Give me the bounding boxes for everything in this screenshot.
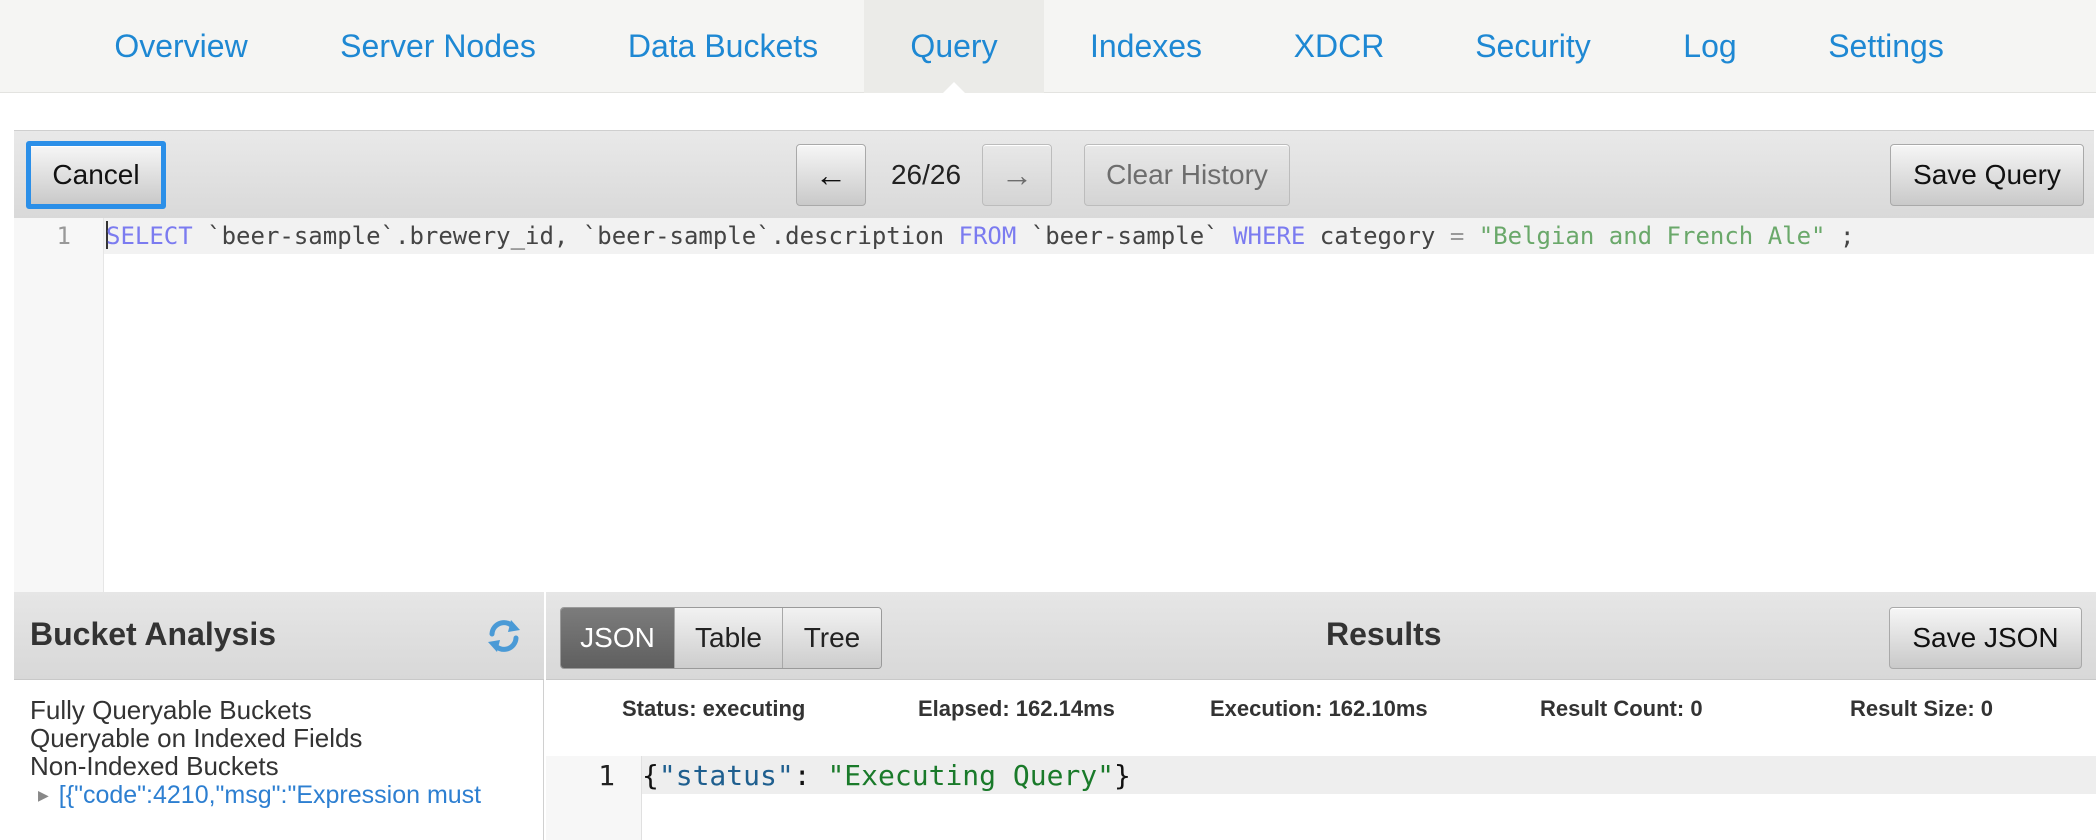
clear-history-button[interactable]: Clear History [1084,144,1290,206]
results-output[interactable]: 1 {"status": "Executing Query"} [546,756,2096,840]
json-open-brace: { [642,759,659,792]
history-position: 26/26 [890,159,962,190]
nav-tab-query[interactable]: Query [864,0,1044,94]
output-gutter: 1 [546,756,642,840]
operator-equals: = [1449,222,1465,250]
stat-status: Status: executing [622,696,806,721]
output-line-number: 1 [598,759,615,792]
bucket-analysis-header: Bucket Analysis [14,592,544,680]
nav-tab-data-buckets[interactable]: Data Buckets [612,0,834,93]
bucket-analysis-list: Fully Queryable Buckets Queryable on Ind… [30,696,481,809]
list-item-fully-queryable[interactable]: Fully Queryable Buckets [30,696,481,724]
nav-tab-log[interactable]: Log [1668,0,1752,93]
stat-result-count: Result Count: 0 [1540,696,1703,721]
nav-tab-xdcr[interactable]: XDCR [1282,0,1396,93]
query-terminator: ; [1825,222,1855,250]
keyword-where: WHERE [1233,222,1306,250]
editor-gutter: 1 [14,218,104,592]
stat-result-size: Result Size: 0 [1850,696,1994,721]
nav-tab-overview[interactable]: Overview [90,0,272,93]
query-space [1464,222,1478,250]
json-colon: : [793,759,828,792]
history-forward-button[interactable]: → [982,144,1052,206]
keyword-from: FROM [958,222,1017,250]
save-json-button[interactable]: Save JSON [1889,607,2082,669]
query-bucket: `beer-sample` [1016,222,1234,250]
bucket-error-text: [{"code":4210,"msg":"Expression must [58,781,482,809]
stat-elapsed: Elapsed: 162.14ms [918,696,1115,721]
result-view-switch: JSON Table Tree [560,607,882,669]
top-navigation: Overview Server Nodes Data Buckets Query… [0,0,2096,94]
json-value: "Executing Query" [827,759,1115,792]
tab-table[interactable]: Table [675,608,783,668]
results-title: Results [1326,616,1442,652]
query-toolbar: Cancel ← 26/26 → Clear History Save Quer… [14,130,2094,218]
results-panel: JSON Table Tree Results Save JSON Status… [546,592,2096,840]
nav-tab-indexes[interactable]: Indexes [1078,0,1214,93]
query-text[interactable]: SELECT `beer-sample`.brewery_id, `beer-s… [106,221,1854,250]
editor-line-number: 1 [56,222,71,250]
tab-tree[interactable]: Tree [783,608,881,668]
refresh-icon[interactable] [484,616,524,656]
string-literal: "Belgian and French Ale" [1478,222,1826,250]
expand-triangle-icon[interactable]: ▶ [38,787,49,803]
nav-tab-server-nodes[interactable]: Server Nodes [324,0,552,93]
nav-tab-settings[interactable]: Settings [1816,0,1956,93]
stat-execution: Execution: 162.10ms [1210,696,1428,721]
history-back-button[interactable]: ← [796,144,866,206]
json-key: "status" [658,759,794,792]
list-item-non-indexed[interactable]: Non-Indexed Buckets [30,752,481,780]
save-query-button[interactable]: Save Query [1890,144,2084,206]
bucket-analysis-panel: Bucket Analysis Fully Queryable Buckets … [14,592,544,840]
keyword-select-head: S [106,221,121,250]
nav-tab-security[interactable]: Security [1468,0,1598,93]
query-editor[interactable]: 1 SELECT `beer-sample`.brewery_id, `beer… [14,218,2094,592]
cancel-button[interactable]: Cancel [26,141,166,209]
bucket-analysis-title: Bucket Analysis [30,616,277,652]
keyword-select-tail: ELECT [120,222,193,250]
query-fields: `beer-sample`.brewery_id, `beer-sample`.… [192,222,959,250]
nav-tabs: Overview Server Nodes Data Buckets Query… [0,0,2096,94]
output-json: {"status": "Executing Query"} [642,759,1131,792]
json-close-brace: } [1114,759,1131,792]
bucket-error-row[interactable]: ▶ [{"code":4210,"msg":"Expression must [38,780,481,809]
results-header: JSON Table Tree Results Save JSON [546,592,2096,680]
tab-json[interactable]: JSON [561,608,675,668]
query-field-category: category [1305,222,1450,250]
query-stats: Status: executing Elapsed: 162.14ms Exec… [546,696,2096,726]
list-item-queryable-indexed[interactable]: Queryable on Indexed Fields [30,724,481,752]
